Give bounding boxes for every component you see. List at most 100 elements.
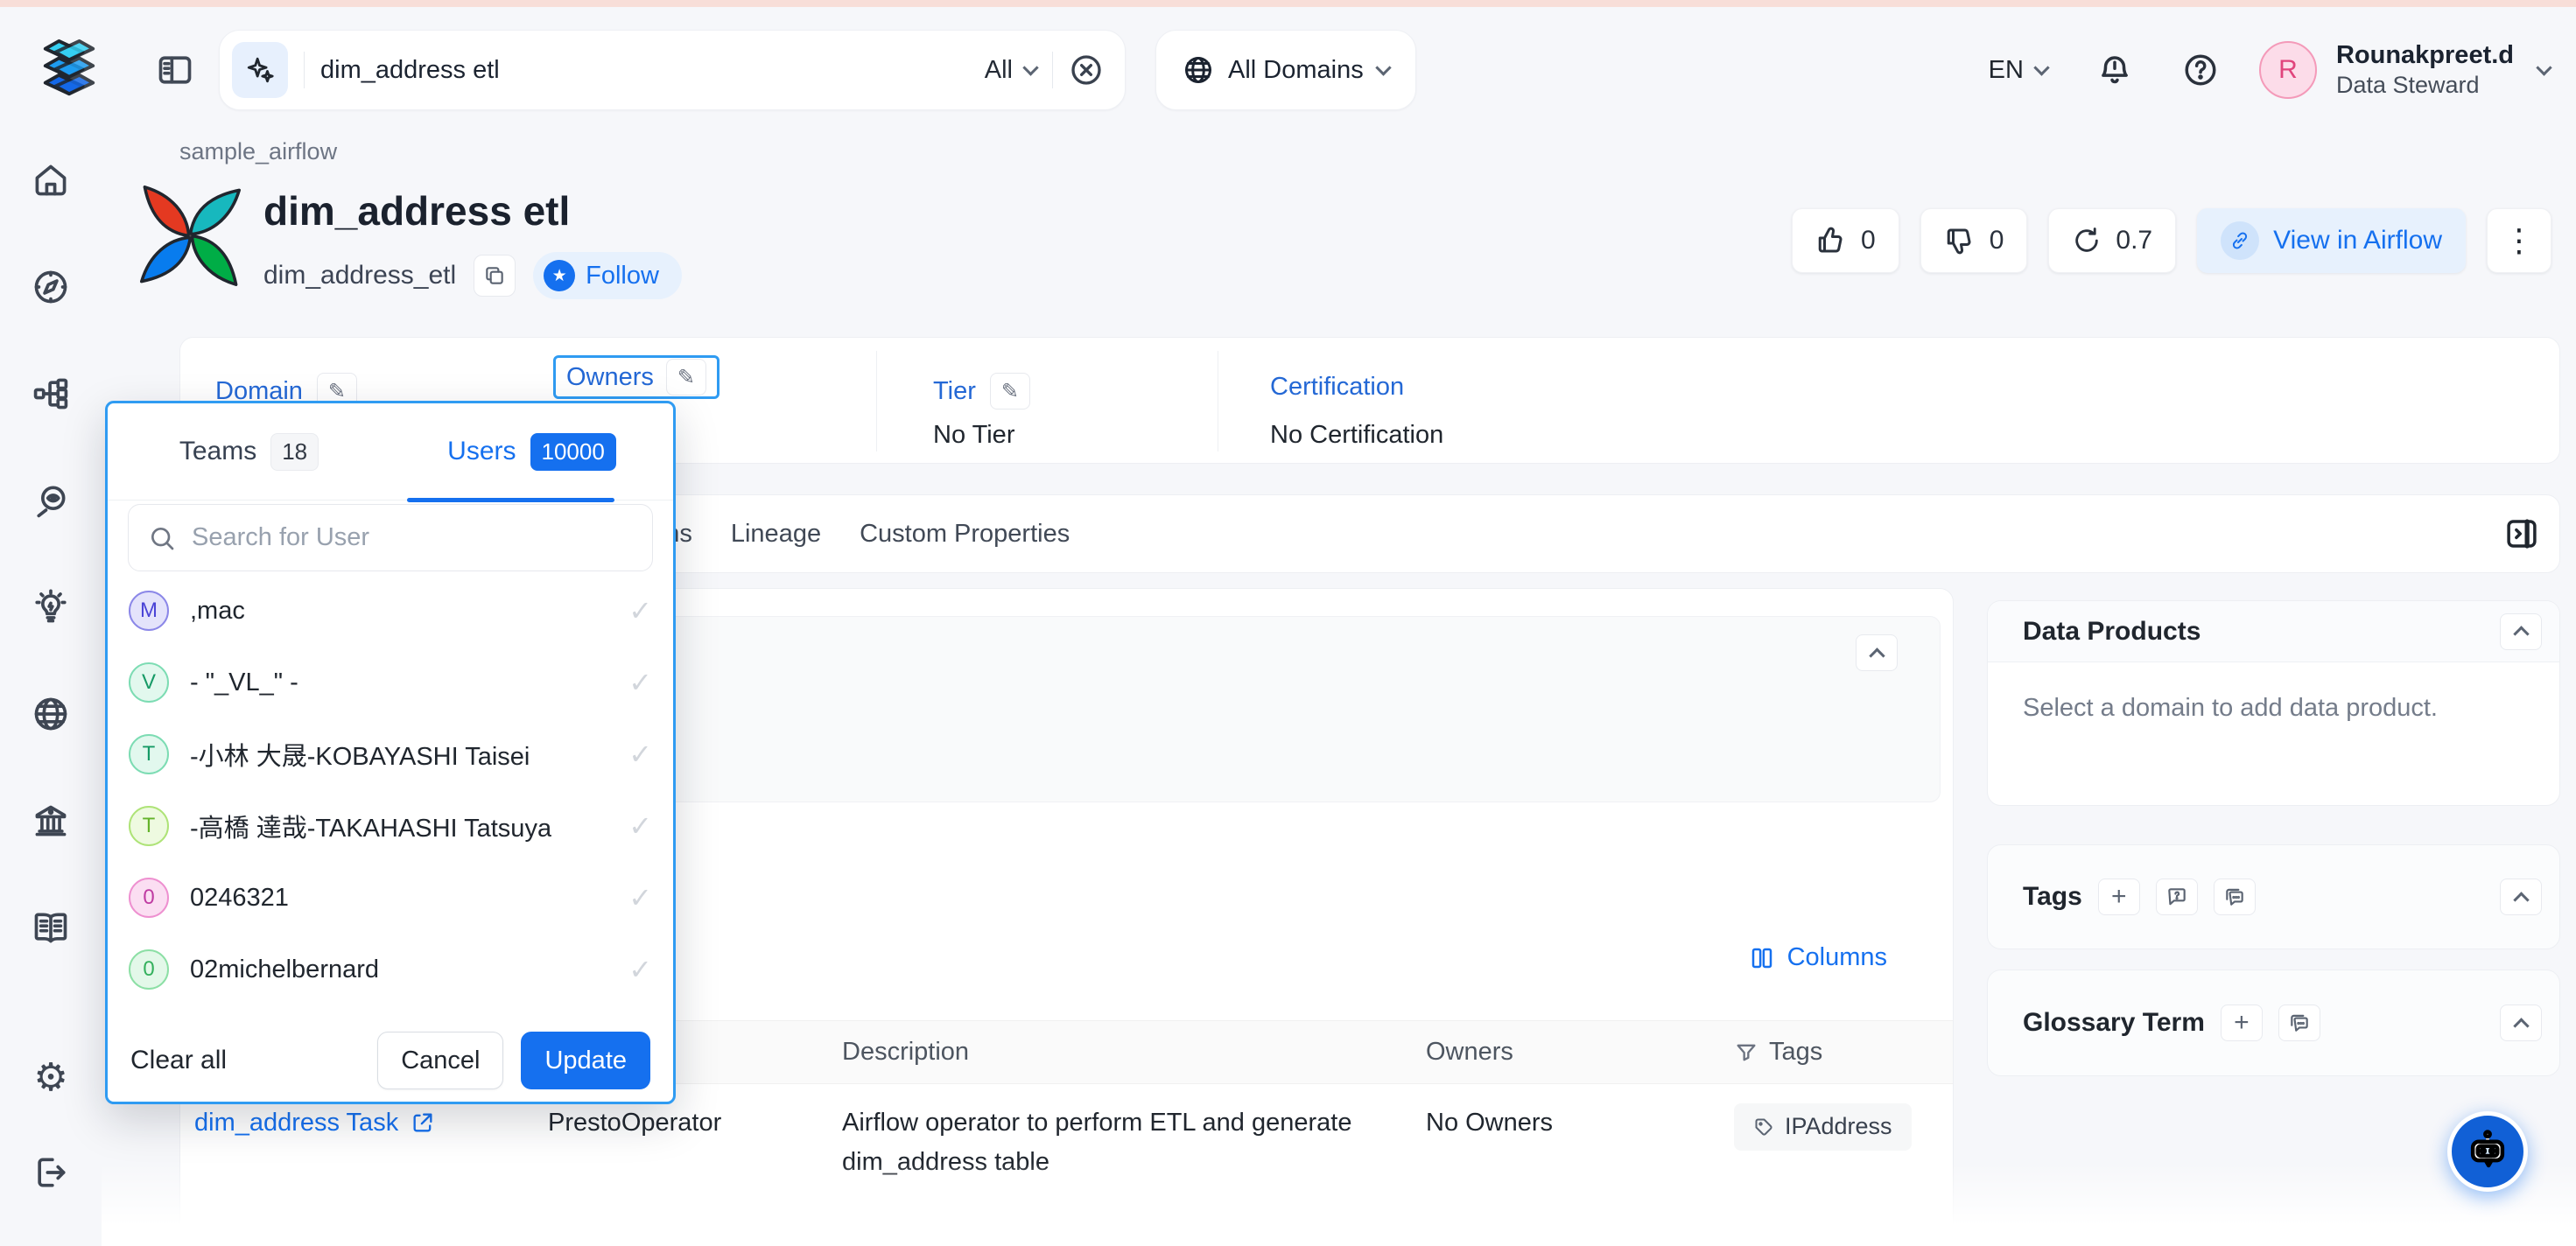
nav-glossary-book-icon[interactable] <box>32 908 70 947</box>
upvote-count: 0 <box>1861 226 1876 256</box>
clear-all-button[interactable]: Clear all <box>130 1046 227 1075</box>
picker-tab-teams[interactable]: Teams 18 <box>108 403 390 500</box>
task-description: Airflow operator to perform ETL and gene… <box>842 1103 1426 1182</box>
right-panel: Data Products Select a domain to add dat… <box>1987 600 2560 1076</box>
certification-group: Certification <box>1270 373 1404 402</box>
version-button[interactable]: 0.7 <box>2048 208 2176 273</box>
col-description-header[interactable]: Description <box>842 1038 1426 1067</box>
task-name-link[interactable]: dim_address Task <box>194 1103 548 1143</box>
request-tags-icon[interactable] <box>2156 878 2198 915</box>
downvote-button[interactable]: 0 <box>1920 208 2028 273</box>
nav-logout-icon[interactable] <box>32 1153 70 1192</box>
user-role: Data Steward <box>2336 71 2514 101</box>
help-icon[interactable] <box>2182 52 2219 88</box>
edit-owners-icon[interactable]: ✎ <box>666 359 706 396</box>
list-item-user[interactable]: 0 0246321 ✓ <box>108 862 673 934</box>
user-avatar[interactable]: R <box>2259 41 2317 99</box>
data-products-title: Data Products <box>2023 617 2200 647</box>
list-item-user[interactable]: T -小林 大晟-KOBAYASHI Taisei ✓ <box>108 718 673 790</box>
user-menu[interactable]: Rounakpreet.d Data Steward <box>2336 39 2514 101</box>
nav-home-icon[interactable] <box>32 161 70 200</box>
tags-card: Tags + <box>1987 844 2560 949</box>
list-item-user[interactable]: M ,mac ✓ <box>108 575 673 647</box>
breadcrumb[interactable]: sample_airflow <box>179 138 337 165</box>
more-actions-kebab-icon[interactable]: ⋮ <box>2487 208 2551 273</box>
tab-lineage[interactable]: Lineage <box>731 520 821 549</box>
check-icon: ✓ <box>628 594 652 627</box>
language-dropdown[interactable]: EN <box>1989 56 2047 85</box>
nav-domains-globe-icon[interactable] <box>32 695 70 733</box>
version-history-icon <box>2072 226 2102 256</box>
nav-insights-bulb-icon[interactable] <box>32 588 70 626</box>
search-icon <box>148 524 176 552</box>
top-accent-strip <box>0 0 2576 7</box>
picker-tabs: Teams 18 Users 10000 <box>108 403 673 500</box>
entity-actions: 0 0 0.7 View in Airflow ⋮ <box>1792 208 2551 273</box>
domains-filter-dropdown[interactable]: All Domains <box>1155 30 1416 110</box>
robot-icon <box>2464 1128 2511 1175</box>
list-item-user[interactable]: 0 02michelbernard ✓ <box>108 934 673 1005</box>
active-tab-indicator <box>407 498 614 502</box>
add-glossary-term-icon[interactable]: + <box>2221 1004 2263 1041</box>
nav-settings-gear-icon[interactable]: ⚙ <box>33 1059 67 1097</box>
cancel-button[interactable]: Cancel <box>377 1032 503 1089</box>
collapse-tags-icon[interactable] <box>2500 878 2542 915</box>
nav-observability-icon[interactable] <box>32 481 70 520</box>
chevron-down-icon <box>1022 60 1038 75</box>
chevron-down-icon <box>1375 60 1391 75</box>
picker-search-input[interactable] <box>192 523 633 552</box>
chatbot-button[interactable] <box>2447 1111 2528 1192</box>
version-number: 0.7 <box>2116 226 2152 256</box>
list-item-user[interactable]: V - "_VL_" - ✓ <box>108 647 673 718</box>
certification-value: No Certification <box>1270 421 1443 450</box>
sidebar-toggle-icon[interactable] <box>156 49 194 91</box>
topbar-right: EN R Rounakpreet.d Data Steward <box>1989 39 2550 101</box>
check-icon: ✓ <box>628 953 652 986</box>
copy-icon[interactable] <box>474 255 516 297</box>
divider <box>304 52 305 88</box>
tag-chip[interactable]: IPAddress <box>1734 1103 1912 1151</box>
picker-tab-users[interactable]: Users 10000 <box>390 403 673 500</box>
task-type: PrestoOperator <box>548 1103 842 1143</box>
view-in-airflow-button[interactable]: View in Airflow <box>2197 208 2466 273</box>
tag-icon <box>1753 1116 1774 1138</box>
star-icon: ★ <box>544 260 575 291</box>
tier-value: No Tier <box>933 421 1014 450</box>
collapse-description-icon[interactable] <box>1856 634 1898 671</box>
columns-selector-button[interactable]: Columns <box>1749 943 1887 972</box>
language-value: EN <box>1989 56 2024 85</box>
list-item-user[interactable]: T -高橋 達哉-TAKAHASHI Tatsuya ✓ <box>108 790 673 862</box>
ai-sparkle-icon[interactable] <box>232 42 288 98</box>
glossary-term-title: Glossary Term <box>2023 1008 2205 1038</box>
collapse-glossary-icon[interactable] <box>2500 1004 2542 1041</box>
upvote-button[interactable]: 0 <box>1792 208 1899 273</box>
filter-funnel-icon[interactable] <box>1734 1040 1758 1065</box>
follow-button[interactable]: ★ Follow <box>533 252 682 299</box>
thumbs-up-icon <box>1815 225 1847 256</box>
collapse-data-products-icon[interactable] <box>2500 613 2542 650</box>
clear-search-icon[interactable] <box>1069 52 1104 88</box>
col-tags-header[interactable]: Tags <box>1734 1038 1939 1067</box>
tier-label: Tier <box>933 377 976 406</box>
globe-icon <box>1183 54 1214 86</box>
nav-lineage-hierarchy-icon[interactable] <box>32 374 70 413</box>
right-panel-toggle-icon[interactable] <box>2503 515 2540 552</box>
users-count-badge: 10000 <box>530 433 616 471</box>
chevron-down-icon[interactable] <box>2536 60 2551 75</box>
update-button[interactable]: Update <box>521 1032 650 1089</box>
nav-explore-compass-icon[interactable] <box>32 268 70 306</box>
check-icon: ✓ <box>628 666 652 699</box>
col-owners-header[interactable]: Owners <box>1426 1038 1734 1067</box>
tab-custom-properties[interactable]: Custom Properties <box>860 520 1070 549</box>
tags-conversations-icon[interactable] <box>2214 878 2256 915</box>
edit-tier-icon[interactable]: ✎ <box>990 373 1030 410</box>
notifications-bell-icon[interactable] <box>2096 52 2133 88</box>
avatar: T <box>129 806 169 846</box>
add-tag-icon[interactable]: + <box>2098 878 2140 915</box>
app-logo-icon[interactable] <box>39 38 100 102</box>
nav-governance-bank-icon[interactable] <box>32 802 70 840</box>
search-input[interactable] <box>320 56 985 85</box>
domains-filter-value: All Domains <box>1228 56 1364 85</box>
glossary-conversations-icon[interactable] <box>2278 1004 2320 1041</box>
search-scope-dropdown[interactable]: All <box>985 56 1036 85</box>
